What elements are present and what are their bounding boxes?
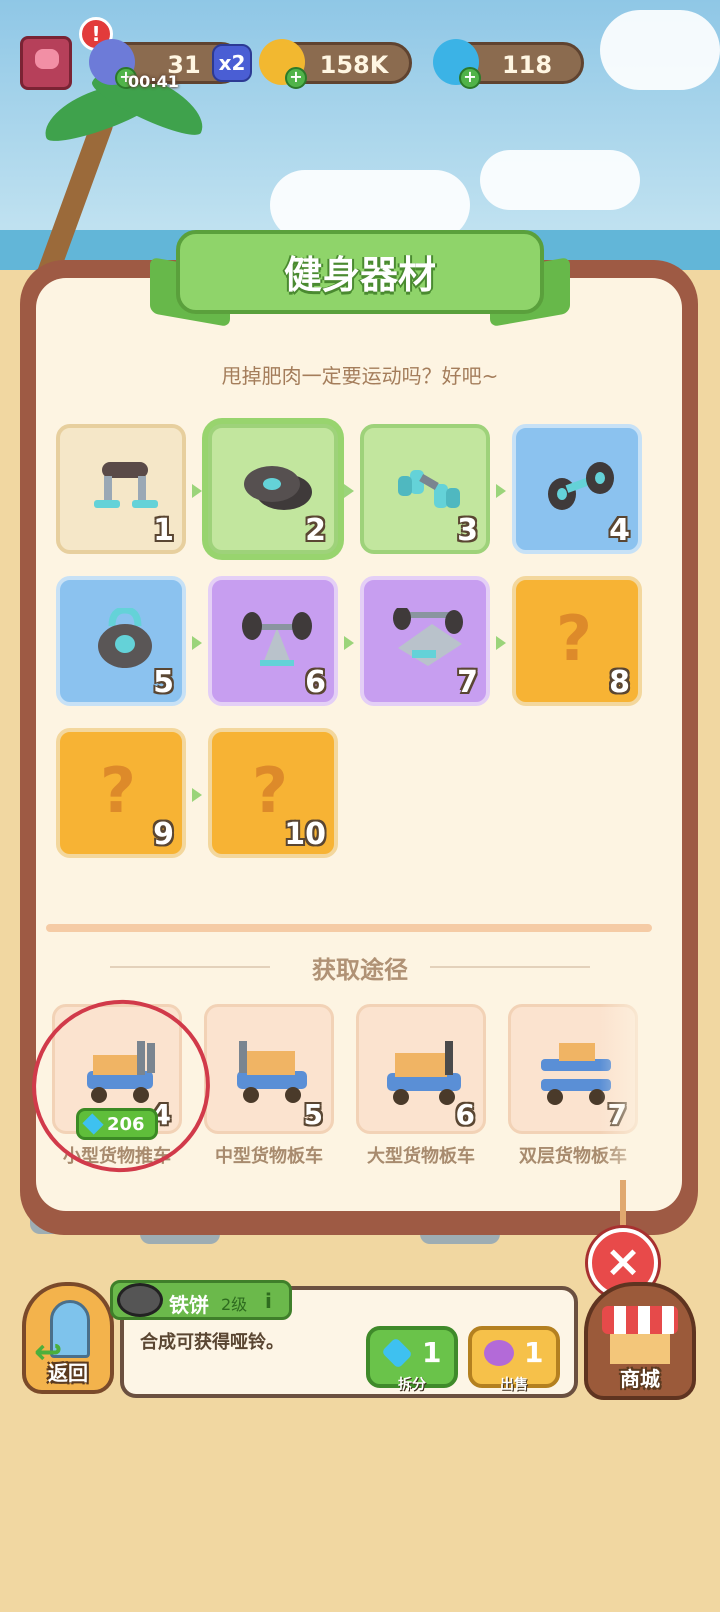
weight-bench-icon <box>393 608 463 666</box>
dumbbell-rack-icon <box>242 612 312 666</box>
sell-amount: 1 <box>524 1336 544 1369</box>
locked-question-icon: ? <box>252 754 288 827</box>
item-tile-level-9[interactable]: ? 9 <box>56 728 186 858</box>
item-tile-level-5[interactable]: 5 <box>56 576 186 706</box>
weight-plate-icon <box>244 466 312 510</box>
sources-title-text: 获取途径 <box>312 956 408 984</box>
coin-value: 158K <box>319 51 389 79</box>
flower-token-icon <box>484 1340 514 1366</box>
chain-arrow-icon <box>496 636 506 650</box>
item-tile-level-6[interactable]: 6 <box>208 576 338 706</box>
item-level: 2级 <box>221 1295 248 1314</box>
split-label: 拆分 <box>398 1377 426 1393</box>
item-level-number: 2 <box>305 513 326 548</box>
chain-arrow-icon <box>192 636 202 650</box>
locked-question-icon: ? <box>556 602 592 675</box>
item-level-number: 4 <box>609 513 630 548</box>
add-coins-icon[interactable]: + <box>285 67 307 89</box>
scroll-fade <box>600 1000 660 1180</box>
gem-counter[interactable]: + 118 <box>433 39 584 89</box>
sell-label: 出售 <box>500 1377 528 1393</box>
item-tile-level-7[interactable]: 7 <box>360 576 490 706</box>
item-level-number: 1 <box>153 513 174 548</box>
shop-awning-icon <box>602 1306 678 1334</box>
bear-face-icon <box>35 49 59 69</box>
item-level-number: 5 <box>153 665 174 700</box>
top-resource-bar: ! + 31 x2 00:41 + 158K + 118 <box>0 17 720 100</box>
shop-button[interactable]: 商城 <box>584 1282 696 1400</box>
kettlebell-icon <box>98 608 152 668</box>
item-tile-level-8[interactable]: ? 8 <box>512 576 642 706</box>
split-amount: 1 <box>422 1336 442 1369</box>
gem-icon <box>381 1337 413 1369</box>
item-level-number: 3 <box>457 513 478 548</box>
item-level-number: 8 <box>609 665 630 700</box>
back-button[interactable]: ↩ 返回 <box>22 1282 114 1394</box>
shop-stall-icon <box>610 1334 670 1364</box>
chain-arrow-icon <box>496 484 506 498</box>
locked-question-icon: ? <box>100 754 136 827</box>
item-level-number: 6 <box>305 665 326 700</box>
chain-arrow-icon <box>192 484 202 498</box>
source-level-number: 5 <box>303 1098 323 1131</box>
source-label: 中型货物板车 <box>215 1146 323 1167</box>
item-tile-level-10[interactable]: ? 10 <box>208 728 338 858</box>
gem-value: 118 <box>501 51 553 79</box>
shop-label: 商城 <box>620 1367 660 1391</box>
source-label: 大型货物板车 <box>367 1146 475 1167</box>
chain-arrow-icon <box>344 484 354 498</box>
item-level-number: 10 <box>284 817 326 852</box>
large-cart-icon <box>387 1041 461 1105</box>
source-level-number: 6 <box>455 1098 475 1131</box>
title-ribbon: 健身器材 <box>150 230 570 330</box>
back-label: 返回 <box>48 1361 88 1385</box>
item-tile-level-1[interactable]: 1 <box>56 424 186 554</box>
item-tile-level-2[interactable]: 2 <box>208 424 338 554</box>
panel-title: 健身器材 <box>283 253 436 297</box>
collection-book-button[interactable]: ! <box>20 17 113 90</box>
small-dumbbell-icon <box>398 470 460 508</box>
item-name-tag: 铁饼 2级 i <box>110 1280 292 1320</box>
sources-title: 获取途径 <box>0 950 720 985</box>
coin-counter[interactable]: + 158K <box>259 39 412 89</box>
item-level-number: 7 <box>457 665 478 700</box>
weight-plate-icon <box>117 1283 163 1317</box>
add-gems-icon[interactable]: + <box>459 67 481 89</box>
split-button[interactable]: 1 拆分 <box>366 1326 458 1393</box>
chain-arrow-icon <box>344 636 354 650</box>
panel-subtitle: 甩掉肥肉一定要运动吗？好吧~ <box>221 364 499 388</box>
item-description: 合成可获得哑铃。 <box>140 1332 284 1353</box>
info-icon[interactable]: i <box>265 1289 272 1313</box>
energy-timer: 00:41 <box>128 72 179 91</box>
chain-arrow-icon <box>192 788 202 802</box>
section-divider <box>46 924 652 932</box>
cloud <box>480 150 640 210</box>
sell-button[interactable]: 1 出售 <box>468 1326 560 1393</box>
source-medium-cart[interactable]: 5 <box>204 1004 334 1134</box>
push-up-bar-icon <box>94 462 158 508</box>
item-level-number: 9 <box>153 817 174 852</box>
energy-multiplier-badge[interactable]: x2 <box>212 44 252 82</box>
source-large-cart[interactable]: 6 <box>356 1004 486 1134</box>
medium-cart-icon <box>237 1041 307 1103</box>
item-tile-level-3[interactable]: 3 <box>360 424 490 554</box>
item-name: 铁饼 <box>169 1293 209 1317</box>
dumbbell-icon <box>548 462 614 510</box>
item-tile-level-4[interactable]: 4 <box>512 424 642 554</box>
